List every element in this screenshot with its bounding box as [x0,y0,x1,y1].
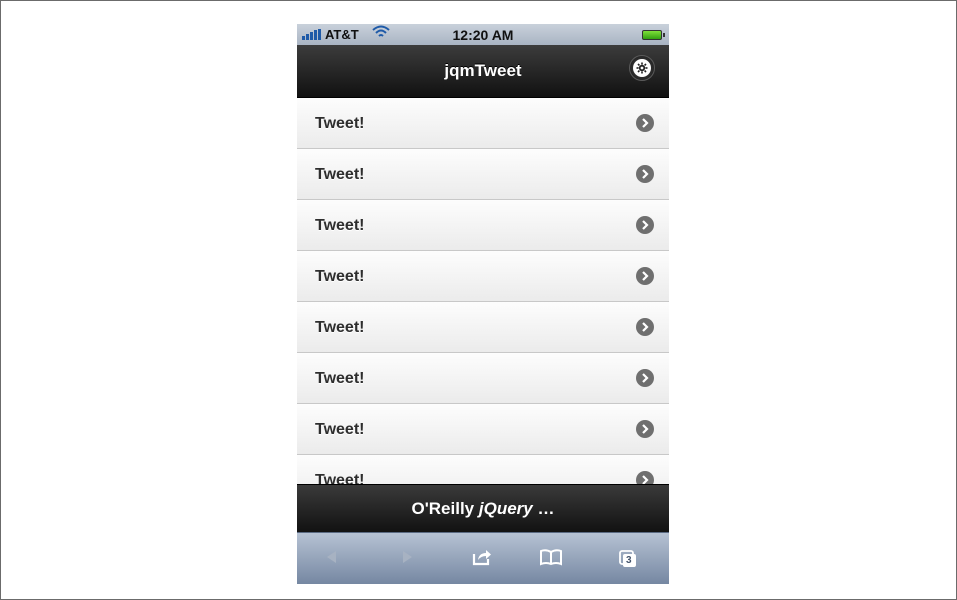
phone-screen: AT&T 12:20 AM jqmTweet Tweet! Tweet! Twe… [297,24,669,584]
footer-title-suffix: … [532,499,555,518]
tabs-button[interactable]: 3 [615,547,641,571]
chevron-right-icon [636,369,654,387]
page-title: jqmTweet [444,61,522,80]
tabs-icon: 3 [618,549,638,569]
list-item[interactable]: Tweet! [297,353,669,404]
tweet-list: Tweet! Tweet! Tweet! Tweet! Tweet! Tweet… [297,98,669,484]
chevron-right-icon [636,216,654,234]
gear-icon [633,59,651,77]
list-item-label: Tweet! [315,472,365,484]
list-item[interactable]: Tweet! [297,98,669,149]
settings-button[interactable] [629,55,655,81]
footer-title-prefix: O'Reilly [411,499,479,518]
share-button[interactable] [469,547,495,571]
list-item-label: Tweet! [315,319,365,336]
list-item[interactable]: Tweet! [297,251,669,302]
list-item-label: Tweet! [315,421,365,438]
footer-title: O'Reilly jQuery … [297,499,669,519]
list-item[interactable]: Tweet! [297,302,669,353]
back-arrow-icon [324,549,340,570]
tabs-count: 3 [626,555,632,566]
back-button[interactable] [319,547,345,571]
bookmarks-button[interactable] [538,547,564,571]
app-footer: O'Reilly jQuery … [297,484,669,533]
footer-title-emphasis: jQuery [478,499,533,518]
chevron-right-icon [636,471,654,484]
list-item-label: Tweet! [315,166,365,183]
chevron-right-icon [636,267,654,285]
forward-arrow-icon [399,549,415,570]
share-icon [471,547,493,572]
status-bar: AT&T 12:20 AM [297,24,669,45]
list-item-label: Tweet! [315,115,365,132]
list-item-label: Tweet! [315,370,365,387]
bookmarks-icon [539,548,563,571]
list-item-label: Tweet! [315,268,365,285]
list-item[interactable]: Tweet! [297,149,669,200]
chevron-right-icon [636,318,654,336]
browser-toolbar: 3 [297,532,669,584]
chevron-right-icon [636,114,654,132]
app-header: jqmTweet [297,45,669,98]
list-item[interactable]: Tweet! [297,200,669,251]
status-time: 12:20 AM [452,27,514,43]
forward-button[interactable] [394,547,420,571]
battery-icon [642,30,665,40]
chevron-right-icon [636,420,654,438]
list-item[interactable]: Tweet! [297,455,669,484]
chevron-right-icon [636,165,654,183]
list-item-label: Tweet! [315,217,365,234]
list-item[interactable]: Tweet! [297,404,669,455]
